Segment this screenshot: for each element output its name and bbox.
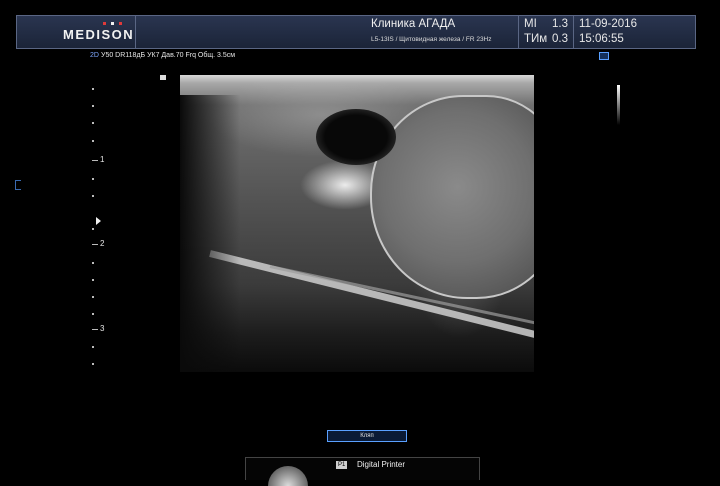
ruler-tick bbox=[92, 346, 94, 348]
printer-label[interactable]: Digital Printer bbox=[357, 460, 405, 469]
header-bar: MEDISON Клиника АГАДА L5-13IS / Щитовидн… bbox=[16, 15, 696, 49]
ruler-tick bbox=[92, 122, 94, 124]
medison-logo: MEDISON bbox=[63, 27, 135, 42]
imaging-params: У50 DR118дБ УК7 Дав.70 Frq Общ. 3.5см bbox=[101, 52, 236, 59]
printer-dial-icon[interactable] bbox=[268, 466, 308, 486]
ruler-tick bbox=[92, 160, 98, 161]
bottom-button[interactable]: Кляп bbox=[327, 430, 407, 442]
mi-value: 1.3 bbox=[552, 18, 568, 30]
exam-date: 11-09-2016 bbox=[579, 18, 637, 30]
ruler-tick bbox=[92, 296, 94, 298]
bracket-icon bbox=[15, 180, 21, 190]
ruler-tick bbox=[92, 363, 94, 365]
ruler-tick bbox=[92, 329, 98, 330]
depth-label: 3 bbox=[100, 324, 105, 333]
ruler-tick bbox=[92, 88, 94, 90]
focus-marker-icon bbox=[96, 217, 101, 225]
p1-badge: P1 bbox=[336, 461, 348, 469]
ruler-tick bbox=[92, 262, 94, 264]
ruler-tick bbox=[92, 313, 94, 315]
depth-label: 1 bbox=[100, 155, 105, 164]
ti-value: 0.3 bbox=[552, 33, 568, 45]
grayscale-bar bbox=[617, 85, 620, 125]
cyst-region bbox=[316, 109, 396, 165]
ruler-tick bbox=[92, 244, 98, 245]
mi-label: MI bbox=[524, 18, 537, 30]
ruler-tick bbox=[92, 140, 94, 142]
ruler-tick bbox=[92, 178, 94, 180]
ruler-tick bbox=[92, 195, 94, 197]
ruler-tick bbox=[92, 228, 94, 230]
left-shadow bbox=[180, 95, 240, 372]
probe-info: L5-13IS / Щитовидная железа / FR 23Hz bbox=[371, 36, 492, 43]
exam-time: 15:06:55 bbox=[579, 33, 624, 45]
screen-icon[interactable] bbox=[599, 52, 609, 60]
orientation-marker bbox=[160, 75, 166, 80]
nodule-region bbox=[370, 95, 534, 299]
logo-box: MEDISON bbox=[17, 16, 136, 48]
ruler-tick bbox=[92, 279, 94, 281]
ultrasound-image bbox=[180, 75, 534, 372]
mode-indicator: 2D bbox=[90, 52, 99, 59]
logo-dots bbox=[103, 22, 122, 25]
ti-label: TИм bbox=[524, 33, 548, 45]
ruler-tick bbox=[92, 105, 94, 107]
depth-label: 2 bbox=[100, 239, 105, 248]
clinic-name: Клиника АГАДА bbox=[371, 18, 456, 30]
printer-panel: P1 Digital Printer bbox=[245, 457, 480, 486]
